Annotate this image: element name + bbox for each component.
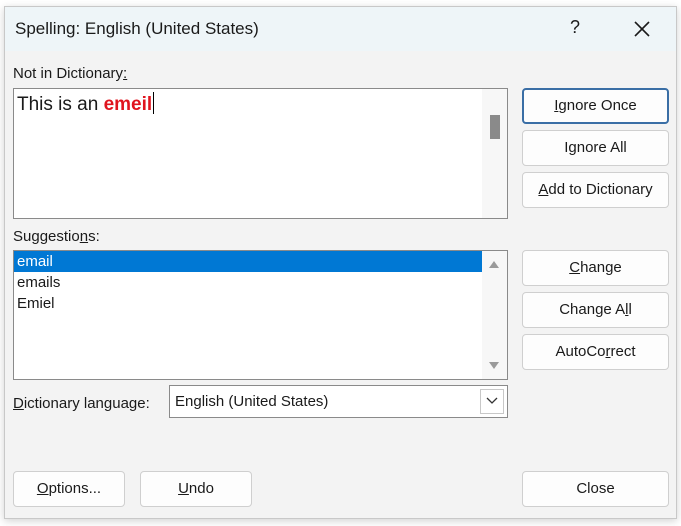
change-button[interactable]: Change [522, 250, 669, 286]
close-button[interactable]: Close [522, 471, 669, 507]
change-all-button[interactable]: Change All [522, 292, 669, 328]
autocorrect-button[interactable]: AutoCorrect [522, 334, 669, 370]
dropdown-button[interactable] [480, 389, 504, 414]
suggestion-item[interactable]: email [14, 251, 482, 272]
dictionary-language-label: Dictionary language: [13, 395, 150, 412]
dictionary-language-select[interactable]: English (United States) [169, 385, 508, 418]
suggestion-item[interactable]: Emiel [14, 293, 482, 314]
suggestion-item[interactable]: emails [14, 272, 482, 293]
textbox-scrollbar[interactable] [482, 89, 507, 218]
scroll-down-icon[interactable] [489, 362, 499, 369]
chevron-down-icon [486, 397, 498, 404]
dictionary-language-value: English (United States) [175, 393, 329, 410]
scroll-up-icon[interactable] [489, 261, 499, 268]
close-icon [634, 21, 650, 37]
suggestions-scrollbar[interactable] [482, 251, 507, 379]
misspelled-word: emeil [103, 94, 153, 115]
dialog-title: Spelling: English (United States) [15, 19, 259, 38]
sentence-text: This is an emeil [17, 92, 155, 115]
ignore-all-button[interactable]: Ignore All [522, 130, 669, 166]
options-button[interactable]: Options... [13, 471, 125, 507]
spelling-dialog: Spelling: English (United States) ? Not … [4, 6, 677, 519]
close-window-button[interactable] [627, 15, 657, 43]
undo-button[interactable]: Undo [140, 471, 252, 507]
help-button[interactable]: ? [565, 17, 585, 38]
suggestions-list[interactable]: email emails Emiel [13, 250, 508, 380]
suggestions-label: Suggestions: [13, 228, 100, 245]
not-in-dictionary-label: Not in Dictionary: [13, 65, 128, 82]
title-bar: Spelling: English (United States) ? [5, 7, 676, 51]
not-in-dictionary-textbox[interactable]: This is an emeil [13, 88, 508, 219]
ignore-once-button[interactable]: Ignore Once [522, 88, 669, 124]
text-caret [153, 92, 155, 114]
add-to-dictionary-button[interactable]: Add to Dictionary [522, 172, 669, 208]
textbox-scroll-thumb[interactable] [490, 115, 500, 139]
